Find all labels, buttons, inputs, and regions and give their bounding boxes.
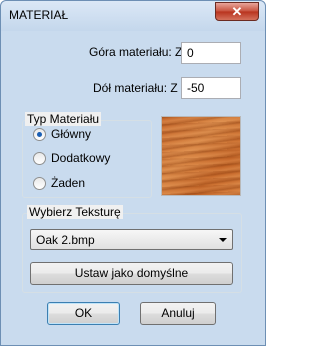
- bottom-label: Dół materiału: Z: [93, 81, 178, 95]
- bottom-input[interactable]: -50: [181, 77, 241, 99]
- radio-additional[interactable]: Dodatkowy: [33, 151, 110, 165]
- radio-additional-button[interactable]: [33, 151, 46, 165]
- radio-main[interactable]: Główny: [33, 127, 91, 141]
- top-input[interactable]: 0: [181, 42, 241, 64]
- close-button[interactable]: ✕: [215, 2, 259, 21]
- texture-select-value: Oak 2.bmp: [36, 233, 95, 247]
- set-default-button[interactable]: Ustaw jako domyślne: [30, 262, 233, 285]
- ok-button[interactable]: OK: [47, 302, 120, 325]
- title-bar[interactable]: MATERIAŁ ✕: [1, 1, 265, 31]
- radio-main-button[interactable]: [33, 127, 46, 141]
- radio-none[interactable]: Żaden: [33, 176, 85, 190]
- material-type-caption: Typ Materiału: [25, 112, 102, 126]
- window-title: MATERIAŁ: [9, 8, 69, 22]
- top-label: Góra materiału: Z: [89, 45, 183, 59]
- close-icon: ✕: [231, 4, 243, 19]
- radio-none-label: Żaden: [51, 176, 86, 190]
- radio-none-button[interactable]: [33, 176, 46, 190]
- texture-select[interactable]: Oak 2.bmp: [30, 229, 233, 250]
- chevron-down-icon: [219, 238, 227, 242]
- cancel-button[interactable]: Anuluj: [140, 302, 216, 325]
- texture-preview: [161, 116, 241, 196]
- radio-main-label: Główny: [51, 127, 92, 141]
- texture-caption: Wybierz Teksturę: [27, 205, 123, 219]
- radio-additional-label: Dodatkowy: [51, 151, 111, 165]
